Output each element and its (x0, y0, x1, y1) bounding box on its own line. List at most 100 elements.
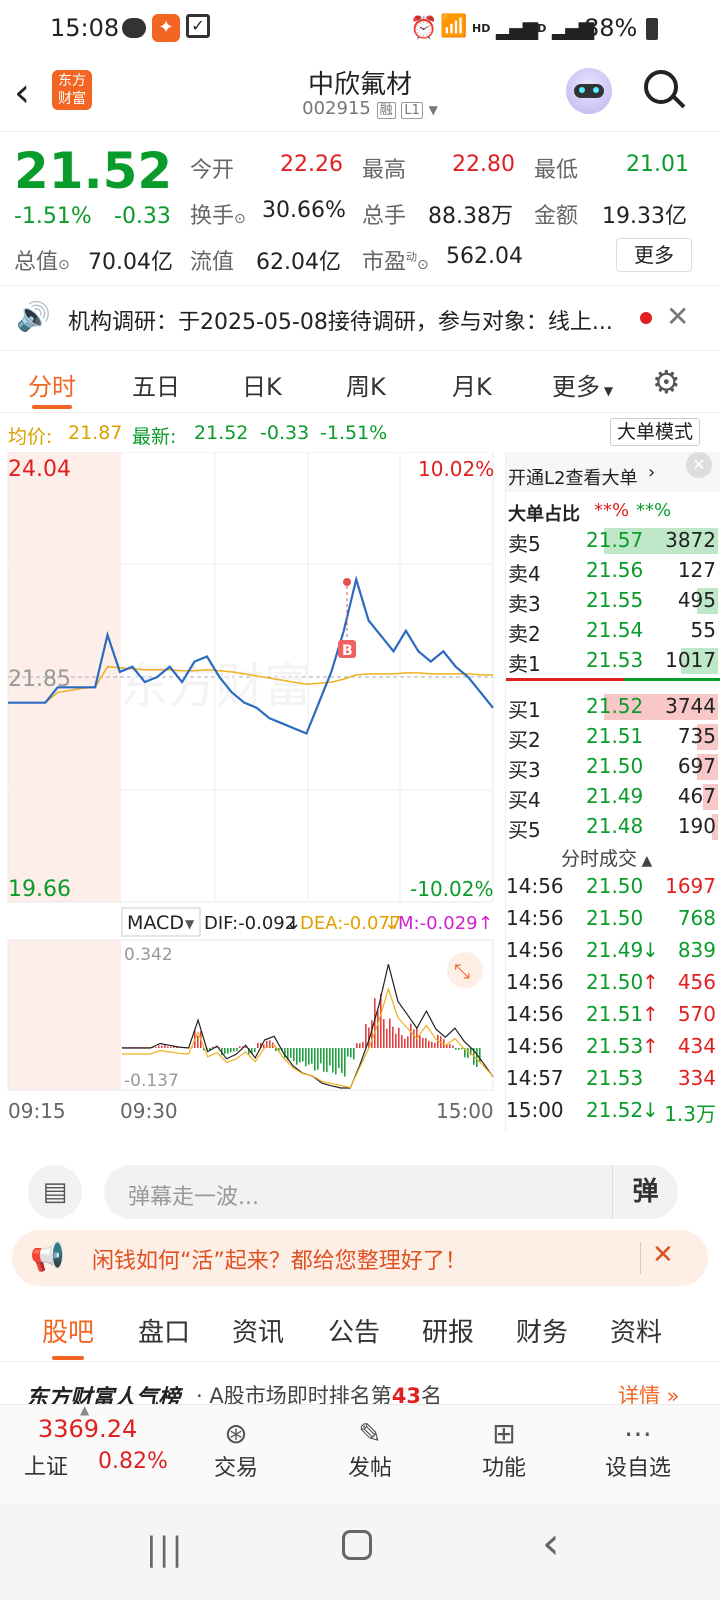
close-icon[interactable]: ✕ (666, 300, 689, 333)
speaker-icon: 🔊 (16, 300, 51, 333)
nav-trade[interactable]: ⊛ 交易 (186, 1417, 286, 1482)
macd-bar (392, 1026, 394, 1048)
banner-close-icon[interactable]: ✕ (652, 1240, 674, 1270)
battery-icon (646, 18, 658, 40)
tab-weekly-k[interactable]: 周K (346, 367, 386, 402)
trade-price: 21.52 (586, 1098, 644, 1122)
tab-news[interactable]: 资讯 (232, 1312, 284, 1349)
macd-bar (383, 1019, 385, 1048)
tab-finance[interactable]: 财务 (516, 1312, 568, 1349)
stock-code-row[interactable]: 002915 融 L1 ▼ (270, 98, 470, 119)
tab-five-day[interactable]: 五日 (132, 367, 180, 402)
intraday-chart[interactable]: 东方财富 B 24.04 21.85 19.66 10.02% -10.02% … (0, 451, 505, 1132)
l2-banner[interactable]: 开通L2查看大单 › ✕ (506, 452, 720, 492)
big-order-mode-button[interactable]: 大单模式 (610, 418, 701, 446)
tab-intraday[interactable]: 分时 (28, 367, 76, 402)
macd-bar (308, 1048, 310, 1065)
pct-bottom-label: -10.02% (410, 877, 493, 901)
index-value[interactable]: 3369.24 (38, 1415, 137, 1443)
tab-monthly-k[interactable]: 月K (452, 367, 492, 402)
bottom-navigation: ▲ 3369.24 上证 0.82% ⊛ 交易 ✎ 发帖 ⊞ 功能 ⋯ 设自选 (0, 1403, 720, 1504)
pre-market-area-macd (8, 940, 121, 1090)
dif-line (122, 964, 494, 1089)
macd-bar (227, 1048, 229, 1054)
macd-bar (302, 1048, 304, 1062)
trade-direction-icon: ↓ (642, 1098, 659, 1122)
macd-bar (254, 1048, 256, 1053)
nav-post[interactable]: ✎ 发帖 (320, 1417, 420, 1482)
comment-input[interactable]: 弹幕走一波... 弹 (104, 1165, 678, 1219)
book-level-label: 买3 (508, 758, 541, 782)
book-volume: 495 (677, 588, 716, 612)
macd-bar (350, 1048, 352, 1058)
macd-bar (359, 1043, 361, 1048)
l2-banner-text: 开通L2查看大单 (508, 468, 638, 489)
tab-research[interactable]: 研报 (422, 1312, 474, 1349)
pe-label: 市盈动⊙ (362, 250, 429, 275)
trades-title[interactable]: 分时成交 ▲ (561, 844, 652, 871)
book-volume: 735 (677, 724, 716, 748)
trade-volume: 334 (677, 1066, 716, 1090)
gear-icon[interactable]: ⚙ (652, 363, 681, 401)
ratio-label: 大单占比 (508, 504, 580, 525)
trade-time: 14:56 (506, 1034, 564, 1058)
macd-bar (449, 1044, 451, 1048)
trade-time: 14:56 (506, 1002, 564, 1026)
macd-bar (329, 1048, 331, 1066)
nav-functions[interactable]: ⊞ 功能 (454, 1417, 554, 1482)
tab-guba[interactable]: 股吧 (42, 1312, 94, 1349)
home-icon[interactable] (342, 1530, 372, 1560)
m-value: M:-0.029 (398, 913, 478, 934)
macd-bar (338, 1048, 340, 1069)
recent-apps-icon[interactable]: ||| (146, 1530, 184, 1568)
trade-price: 21.50 (586, 970, 644, 994)
dropdown-icon: ▼ (428, 103, 438, 117)
macd-bar (401, 1035, 403, 1048)
danmu-settings-icon[interactable]: ▤ (28, 1165, 82, 1219)
trade-time: 14:57 (506, 1066, 564, 1090)
robot-assistant-icon[interactable] (566, 68, 612, 114)
price-summary-line: 均价: 21.87 最新: 21.52 -0.33 -1.51% 大单模式 (0, 418, 720, 450)
margin-tag: 融 (376, 102, 396, 119)
book-volume: 467 (677, 784, 716, 808)
system-back-icon[interactable]: ‹ (542, 1518, 560, 1569)
ranking-detail-link[interactable]: 详情 » (618, 1380, 680, 1406)
latest-pct: -1.51% (320, 422, 388, 444)
search-icon[interactable] (644, 70, 686, 109)
tab-profile[interactable]: 资料 (610, 1312, 662, 1349)
trade-price: 21.50 (586, 906, 644, 930)
volume-label: 总手 (362, 204, 407, 229)
close-l2-icon[interactable]: ✕ (686, 452, 712, 478)
ratio-value-1: **% (594, 500, 630, 521)
macd-bar (239, 1046, 241, 1048)
nav-add-watchlist[interactable]: ⋯ 设自选 (588, 1417, 688, 1482)
popularity-ranking[interactable]: 东方财富人气榜 · A股市场即时排名第43名 详情 » (0, 1378, 720, 1406)
float-label: 流值 (190, 250, 235, 275)
macd-bar (236, 1048, 238, 1052)
book-level-label: 买1 (508, 698, 541, 722)
macd-bar (362, 1042, 364, 1048)
info-tabs: 股吧 盘口 资讯 公告 研报 财务 资料 (0, 1300, 720, 1362)
tab-daily-k[interactable]: 日K (242, 367, 282, 402)
order-book-panel: 开通L2查看大单 › ✕ 大单占比 **% **% 卖5 21.57 3872 卖4 2… (505, 452, 720, 1132)
promo-banner[interactable]: 📢 闲钱如何“活”起来？都给您整理好了！ ✕ (12, 1230, 708, 1286)
macd-bar (422, 1037, 424, 1048)
notice-bar[interactable]: 🔊 机构调研：于2025-05-08接待调研，参与对象：线上... ✕ (0, 285, 720, 351)
hd-badge-2: HD (528, 22, 547, 35)
back-icon[interactable]: ‹ (14, 70, 30, 116)
more-button[interactable]: 更多 (616, 238, 692, 272)
hd-badge: HD (472, 22, 491, 35)
comment-placeholder: 弹幕走一波... (128, 1185, 259, 1210)
trade-direction-icon: ↓ (642, 938, 659, 962)
ask-row: 卖5 21.57 3872 (508, 526, 718, 556)
tab-more[interactable]: 更多 ▼ (552, 367, 613, 402)
tab-announcements[interactable]: 公告 (328, 1312, 380, 1349)
macd-bar (317, 1048, 319, 1070)
tab-pankou[interactable]: 盘口 (138, 1312, 190, 1349)
trade-volume: 1697 (665, 874, 716, 898)
subtab-indicator (52, 1356, 84, 1360)
mktcap-value: 70.04亿 (88, 250, 173, 275)
danmu-toggle-button[interactable]: 弹 (612, 1165, 678, 1219)
book-level-label: 买5 (508, 818, 541, 842)
macd-bar (296, 1048, 298, 1065)
